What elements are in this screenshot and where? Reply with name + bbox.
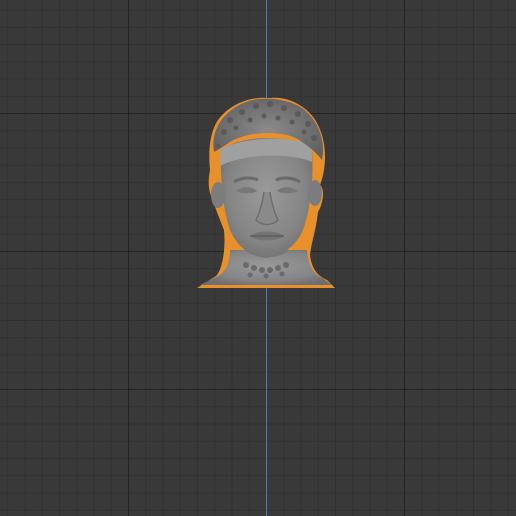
right-ear [308,180,322,206]
head-model-object[interactable] [190,90,344,295]
left-ear [211,182,225,208]
3d-viewport[interactable] [0,0,516,516]
